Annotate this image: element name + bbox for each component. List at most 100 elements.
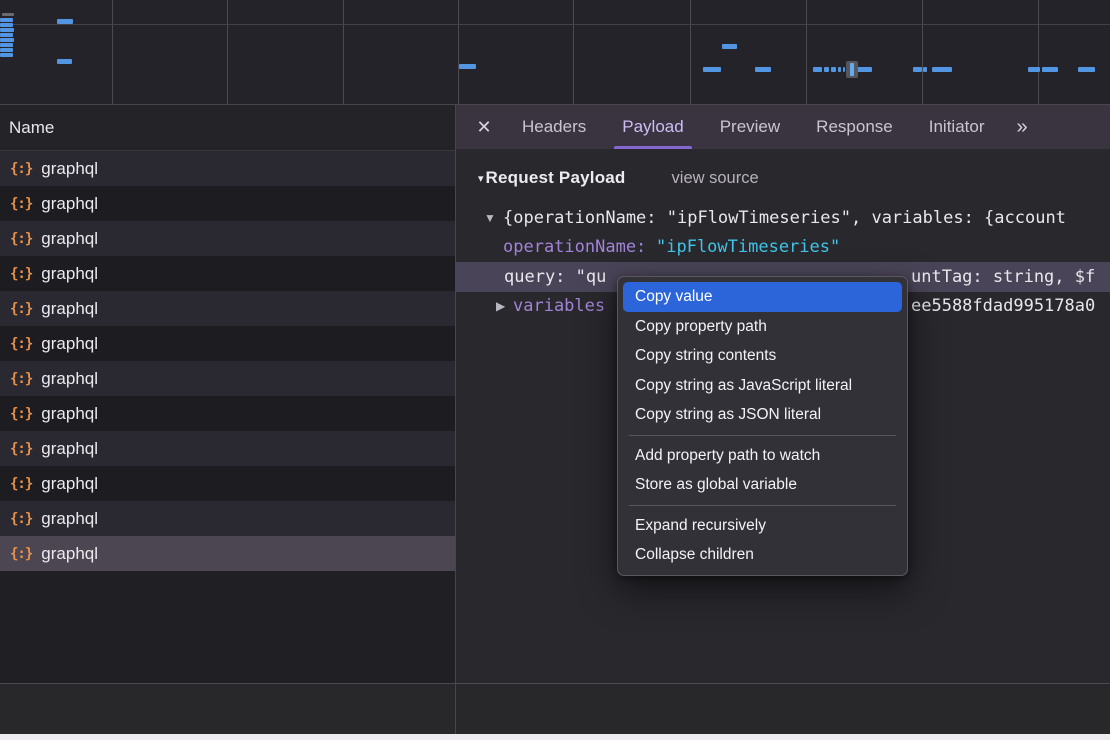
request-payload-section-header[interactable]: ▾ Request Payload view source [478,163,759,193]
network-request-row[interactable]: {:}graphql [0,501,455,536]
network-request-row[interactable]: {:} graphql [0,291,455,326]
timeline-gridline [458,0,459,104]
timeline-gridline [1038,0,1039,104]
request-timeline-bar [0,43,13,47]
network-overview-timeline[interactable] [0,0,1110,105]
context-menu-item-collapse-children[interactable]: Collapse children [623,540,902,570]
request-timeline-bar [0,18,13,22]
context-menu-item-copy-property-path[interactable]: Copy property path [623,312,902,342]
json-request-icon: {:} [10,231,32,247]
view-source-link[interactable]: view source [672,169,759,188]
divider [455,684,456,734]
network-request-row[interactable]: {:}graphql [0,361,455,396]
menu-separator [629,505,896,506]
request-timeline-bar [0,53,13,57]
close-icon[interactable]: ✕ [466,117,502,138]
request-timeline-bar [913,67,922,72]
summary-bar [0,684,1110,734]
request-name-label: graphql [41,404,98,424]
request-name-label: graphql [41,334,98,354]
expander-triangle-icon[interactable]: ▶ [496,299,505,313]
request-name-label: graphql [41,544,98,564]
json-request-icon: {:} [10,441,32,457]
request-timeline-bar [57,19,73,24]
request-timeline-bar [722,44,737,49]
request-timeline-bar [932,67,952,72]
tree-row[interactable]: operationName:"ipFlowTimeseries" [456,233,1110,263]
expander-triangle-icon[interactable]: ▼ [484,211,496,225]
network-request-row[interactable]: {:}graphql [0,186,455,221]
request-name-label: graphql [41,229,98,249]
request-timeline-bar [755,67,771,72]
request-name-label: graphql [41,474,98,494]
network-request-row[interactable]: {:} graphql [0,221,455,256]
request-name-label: graphql [41,159,98,179]
json-request-icon: {:} [10,161,32,177]
tree-text-key: operationName: [503,237,646,257]
tab-initiator[interactable]: Initiator [913,105,1001,149]
json-request-icon: {:} [10,546,32,562]
request-timeline-bar [857,67,872,72]
disclosure-triangle-icon: ▾ [478,172,484,185]
request-timeline-bar [2,13,14,16]
json-request-icon: {:} [10,301,32,317]
details-tab-bar: ✕ HeadersPayloadPreviewResponseInitiator… [456,105,1110,149]
request-timeline-bar [843,67,845,72]
request-timeline-bar [838,67,841,72]
tree-text-plain: {operationName: "ipFlowTimeseries", vari… [503,208,1066,228]
context-menu-item-store-as-global-variable[interactable]: Store as global variable [623,470,902,500]
request-timeline-bar [0,48,13,52]
request-timeline-bar [0,28,14,32]
request-timeline-bar [57,59,72,64]
tab-preview[interactable]: Preview [704,105,796,149]
context-menu-item-copy-string-as-javascript-literal[interactable]: Copy string as JavaScript literal [623,371,902,401]
tree-text-plain: query: "qu [504,267,606,287]
network-request-row[interactable]: {:} graphql [0,466,455,501]
column-header-name[interactable]: Name [0,105,455,151]
timeline-gridline [690,0,691,104]
context-menu-item-copy-string-as-json-literal[interactable]: Copy string as JSON literal [623,400,902,430]
timeline-gridline [227,0,228,104]
context-menu-item-add-property-path-to-watch[interactable]: Add property path to watch [623,441,902,471]
timeline-gridline [573,0,574,104]
request-timeline-bar [703,67,721,72]
menu-separator [629,435,896,436]
more-tabs-icon[interactable]: » [1004,116,1039,139]
request-timeline-bar [1078,67,1095,72]
request-name-label: graphql [41,509,98,529]
json-request-icon: {:} [10,196,32,212]
context-menu: Copy valueCopy property pathCopy string … [617,276,908,576]
request-name-label: graphql [41,299,98,319]
request-timeline-bar [1028,67,1040,72]
context-menu-item-copy-string-contents[interactable]: Copy string contents [623,341,902,371]
network-request-row[interactable]: {:} graphql [0,536,455,571]
request-timeline-bar [813,67,822,72]
tab-response[interactable]: Response [800,105,909,149]
network-request-row[interactable]: {:} graphql [0,396,455,431]
json-request-icon: {:} [10,406,32,422]
timeline-gridline [343,0,344,104]
network-request-row[interactable]: {:}graphql [0,431,455,466]
devtools-network-panel: Name {:} graphql {:} graphql {:} graphql {:} gr… [0,0,1110,740]
network-request-row[interactable]: {:} graphql [0,151,455,186]
tab-payload[interactable]: Payload [606,105,699,149]
json-request-icon: {:} [10,371,32,387]
network-request-row[interactable]: {:} graphql [0,256,455,291]
request-timeline-bar [0,23,13,27]
selected-request-marker [846,61,858,78]
json-request-icon: {:} [10,266,32,282]
tree-row[interactable]: ▼ {operationName: "ipFlowTimeseries", var… [456,203,1110,233]
tree-text-plain: untTag: string, $f [911,267,1095,287]
request-timeline-bar [459,64,476,69]
json-request-icon: {:} [10,476,32,492]
divider [0,683,1110,684]
network-request-row[interactable]: {:}graphql [0,326,455,361]
selected-request-tick [850,63,854,76]
tab-headers[interactable]: Headers [506,105,602,149]
page-edge [0,734,1110,740]
request-name-label: graphql [41,264,98,284]
context-menu-item-expand-recursively[interactable]: Expand recursively [623,511,902,541]
context-menu-item-copy-value[interactable]: Copy value [623,282,902,312]
request-timeline-bar [1042,67,1058,72]
tree-text-key: variables [513,296,605,316]
